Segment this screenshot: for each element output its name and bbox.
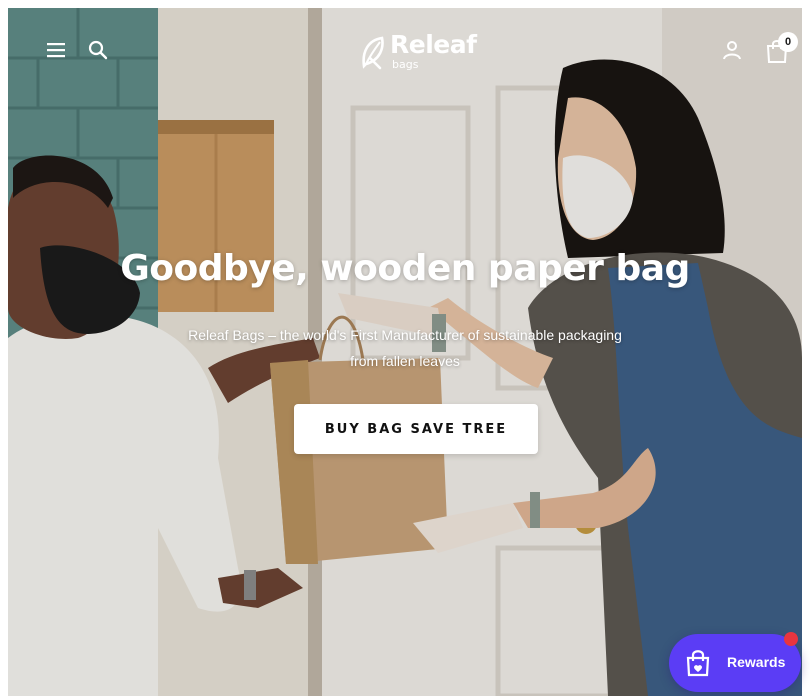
menu-icon — [47, 43, 65, 58]
hero-subtext: Releaf Bags – the world's First Manufact… — [158, 322, 652, 374]
rewards-label: Rewards — [727, 654, 786, 670]
buy-bag-save-tree-button[interactable]: BUY BAG SAVE TREE — [294, 404, 538, 454]
logo-name: Releaf — [390, 30, 477, 59]
search-icon — [88, 40, 108, 60]
site-header: Releaf bags 0 — [8, 8, 802, 88]
hero-headline: Goodbye, wooden paper bag — [120, 248, 690, 289]
user-icon — [723, 41, 741, 60]
hero-banner: Releaf bags 0 Goodbye, wooden paper bag … — [8, 8, 802, 696]
hero-subtext-line-1: Releaf Bags – the world's First Manufact… — [188, 327, 622, 343]
logo-subtext: bags — [392, 58, 419, 71]
search-button[interactable] — [86, 38, 110, 62]
site-logo[interactable]: Releaf bags — [358, 28, 478, 76]
gift-bag-icon — [686, 650, 710, 677]
hero-subtext-line-2: from fallen leaves — [350, 353, 460, 369]
menu-button[interactable] — [44, 38, 68, 62]
account-button[interactable] — [720, 38, 744, 62]
rewards-button[interactable]: Rewards — [669, 634, 801, 692]
cart-count-badge: 0 — [778, 32, 798, 52]
leaf-logo-icon — [362, 36, 384, 70]
rewards-notification-dot — [784, 632, 798, 646]
